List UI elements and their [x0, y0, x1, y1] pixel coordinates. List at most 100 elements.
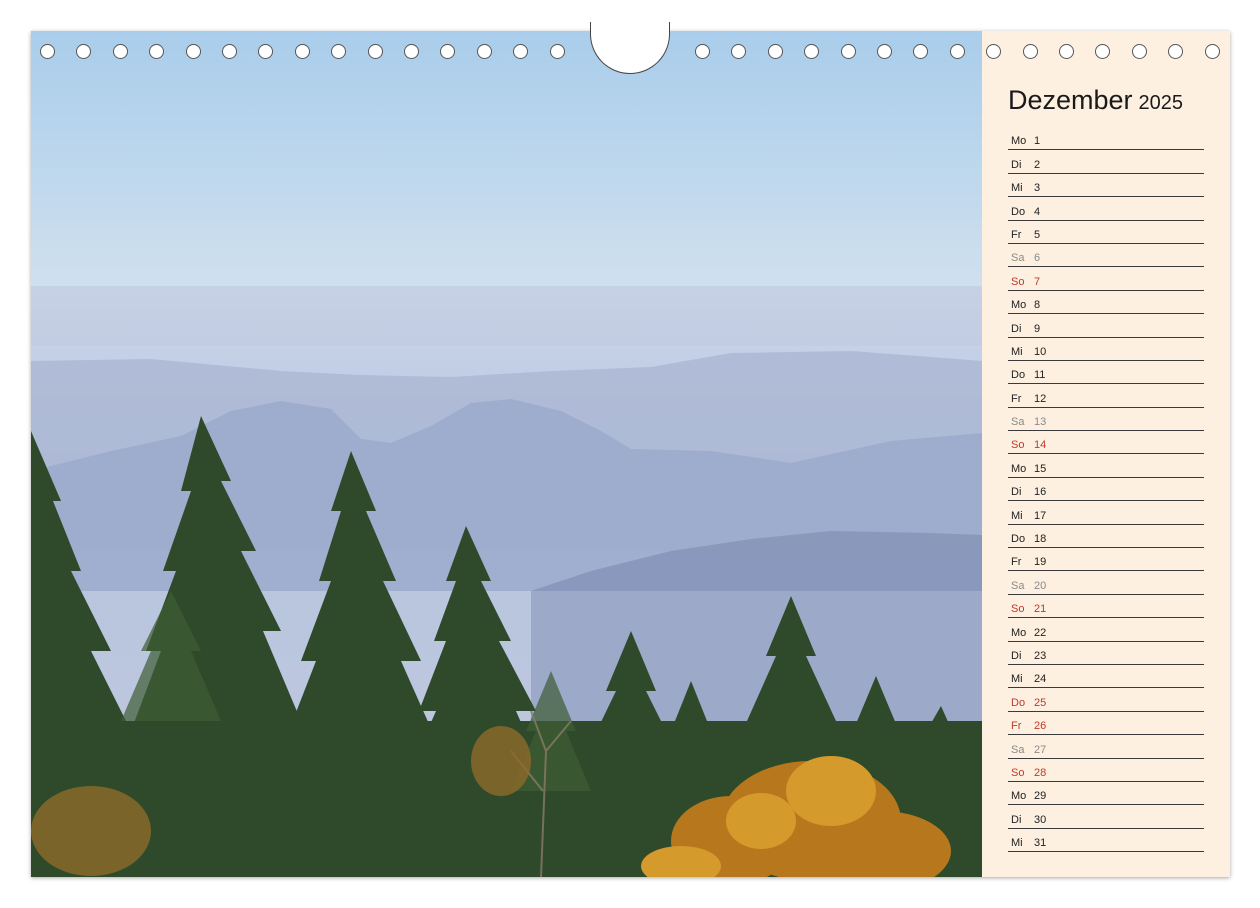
day-row: Fr 12 [1008, 384, 1204, 408]
weekday-label: Mo [1011, 462, 1027, 475]
weekday-label: Di [1011, 486, 1022, 499]
weekday-label: Di [1011, 649, 1022, 662]
day-number: 25 [1034, 696, 1047, 709]
month-name: Dezember [1008, 85, 1133, 115]
day-row: Mi 10 [1008, 338, 1204, 361]
day-number: 10 [1034, 345, 1047, 358]
weekday-label: Mo [1011, 135, 1027, 148]
day-number: 4 [1034, 205, 1041, 218]
weekday-label: So [1011, 766, 1025, 779]
weekday-label: Mo [1011, 299, 1027, 312]
weekday-label: Sa [1011, 416, 1025, 429]
day-row: So 14 [1008, 431, 1204, 455]
day-row: Fr 5 [1008, 221, 1204, 244]
day-row: Di 16 [1008, 478, 1204, 502]
day-number: 24 [1034, 673, 1047, 686]
day-row: Do 25 [1008, 688, 1204, 712]
weekday-label: Fr [1011, 392, 1022, 405]
day-number: 20 [1034, 579, 1047, 592]
day-number: 6 [1034, 252, 1041, 265]
weekday-label: Sa [1011, 579, 1025, 592]
day-row: Di 2 [1008, 150, 1204, 174]
day-number: 5 [1034, 228, 1041, 241]
day-row: Sa 13 [1008, 408, 1204, 432]
weekday-label: Fr [1011, 556, 1022, 569]
day-number: 23 [1034, 649, 1047, 662]
weekday-label: Mi [1011, 837, 1023, 850]
weekday-label: Di [1011, 322, 1022, 335]
day-row: Mi 31 [1008, 829, 1204, 853]
weekday-label: Di [1011, 158, 1022, 171]
day-row: Sa 6 [1008, 244, 1204, 268]
weekday-label: Mi [1011, 182, 1023, 195]
weekday-label: Sa [1011, 252, 1025, 265]
weekday-label: Fr [1011, 720, 1022, 733]
day-row: Mo 1 [1008, 127, 1204, 151]
day-number: 27 [1034, 743, 1047, 756]
day-number: 18 [1034, 533, 1047, 546]
day-row: Mo 29 [1008, 782, 1204, 806]
weekday-label: Mo [1011, 790, 1027, 803]
day-row: Di 9 [1008, 314, 1204, 338]
day-row: Fr 19 [1008, 548, 1204, 572]
weekday-label: Mi [1011, 345, 1023, 358]
day-list: Mo 1 Di 2 Mi 3 Do 4 Fr 5 Sa 6 So 7 Mo 8 Di 9 Mi 10 Do 11 Fr 12 S… [1008, 127, 1204, 853]
weekday-label: So [1011, 275, 1025, 288]
day-number: 1 [1034, 135, 1041, 148]
day-row: Do 4 [1008, 197, 1204, 221]
day-row: Mo 8 [1008, 291, 1204, 315]
day-number: 16 [1034, 486, 1047, 499]
day-row: So 28 [1008, 759, 1204, 782]
month-title: Dezember 2025 [1008, 85, 1183, 116]
day-number: 9 [1034, 322, 1041, 335]
day-number: 21 [1034, 603, 1047, 616]
weekday-label: Mo [1011, 626, 1027, 639]
day-number: 15 [1034, 462, 1047, 475]
day-row: Mo 15 [1008, 454, 1204, 478]
day-number: 7 [1034, 275, 1041, 288]
day-row: Mo 22 [1008, 618, 1204, 642]
day-number: 26 [1034, 720, 1047, 733]
day-number: 8 [1034, 299, 1041, 312]
weekday-label: Fr [1011, 228, 1022, 241]
day-row: Do 11 [1008, 361, 1204, 385]
weekday-label: Do [1011, 205, 1026, 218]
day-number: 2 [1034, 158, 1041, 171]
day-number: 3 [1034, 182, 1041, 195]
day-row: Sa 27 [1008, 735, 1204, 759]
weekday-label: Do [1011, 696, 1026, 709]
day-number: 22 [1034, 626, 1047, 639]
day-row: So 21 [1008, 595, 1204, 619]
day-row: So 7 [1008, 267, 1204, 291]
weekday-label: Sa [1011, 743, 1025, 756]
day-row: Fr 26 [1008, 712, 1204, 736]
weekday-label: So [1011, 439, 1025, 452]
photo-illustration [31, 31, 982, 877]
day-row: Mi 24 [1008, 665, 1204, 689]
day-number: 28 [1034, 766, 1047, 779]
weekday-label: Do [1011, 369, 1026, 382]
weekday-label: Do [1011, 533, 1026, 546]
day-row: Sa 20 [1008, 571, 1204, 595]
day-number: 12 [1034, 392, 1047, 405]
day-number: 14 [1034, 439, 1047, 452]
day-number: 17 [1034, 509, 1047, 522]
day-row: Mi 17 [1008, 501, 1204, 525]
calendar-panel: Dezember 2025 Mo 1 Di 2 Mi 3 Do 4 Fr 5 Sa 6 So 7 Mo 8 Di 9… [982, 31, 1230, 877]
weekday-label: So [1011, 603, 1025, 616]
day-number: 29 [1034, 790, 1047, 803]
day-number: 30 [1034, 813, 1047, 826]
day-number: 11 [1034, 369, 1046, 382]
day-row: Di 30 [1008, 805, 1204, 829]
calendar-page: Dezember 2025 Mo 1 Di 2 Mi 3 Do 4 Fr 5 Sa 6 So 7 Mo 8 Di 9… [31, 31, 1230, 877]
weekday-label: Mi [1011, 673, 1023, 686]
day-number: 19 [1034, 556, 1047, 569]
day-row: Mi 3 [1008, 174, 1204, 198]
day-row: Do 18 [1008, 525, 1204, 549]
day-number: 31 [1034, 837, 1047, 850]
weekday-label: Mi [1011, 509, 1023, 522]
day-number: 13 [1034, 416, 1047, 429]
weekday-label: Di [1011, 813, 1022, 826]
year-label: 2025 [1138, 92, 1184, 114]
landscape-photo [31, 31, 982, 877]
